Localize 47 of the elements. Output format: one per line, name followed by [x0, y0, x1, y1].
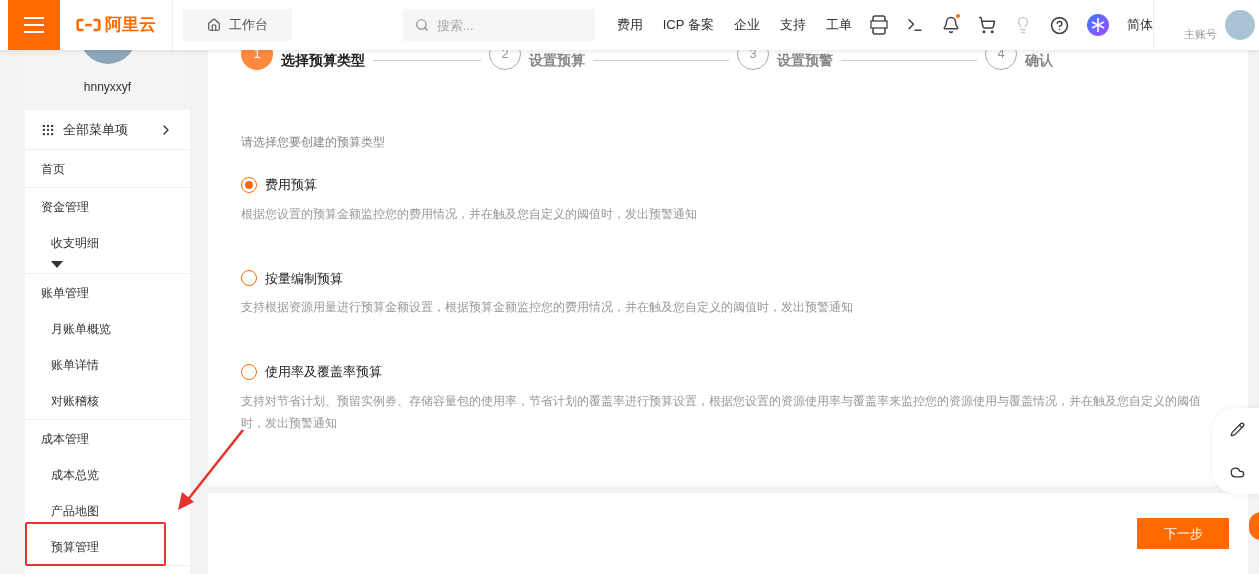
search-icon	[414, 18, 429, 32]
help-icon[interactable]	[1049, 15, 1069, 35]
menu-group-title[interactable]: 成本管理	[41, 429, 89, 448]
menu-item[interactable]: 对账稽核	[51, 392, 99, 410]
username: hnnyxxyf	[83, 79, 132, 96]
radio-option[interactable]: 按量编制预算	[241, 268, 1248, 288]
radio-option[interactable]: 使用率及覆盖率预算	[241, 362, 1248, 382]
option-description: 根据您设置的预算金额监控您的费用情况，并在触及您自定义的阈值时，发出预警通知	[241, 205, 698, 223]
menu-item[interactable]: 月账单概览	[51, 320, 111, 338]
nav-link[interactable]: 企业	[733, 15, 760, 35]
menu-item[interactable]: 产品地图	[51, 502, 99, 520]
terminal-icon[interactable]	[905, 16, 924, 34]
workbench-button[interactable]: 工作台	[182, 9, 292, 41]
nav-link[interactable]: 工单	[825, 15, 852, 35]
nav-link[interactable]: ICP 备案	[662, 15, 714, 35]
nav-link[interactable]: 费用	[616, 15, 643, 35]
step-label: 设置预算	[529, 50, 585, 70]
step-label: 设置预警	[777, 50, 833, 70]
menu-group-title[interactable]: 首页	[41, 159, 65, 178]
bell-icon[interactable]	[941, 16, 960, 34]
grid-icon	[41, 122, 55, 137]
account-type: 主账号	[1184, 26, 1217, 42]
menu-item[interactable]: 成本总览	[51, 466, 99, 484]
menu-icon	[22, 16, 45, 34]
home-icon	[206, 18, 221, 32]
radio-option[interactable]: 费用预算	[241, 175, 1248, 195]
option-description: 支持对节省计划、预留实例券、存储容量包的使用率，节省计划的覆盖率进行预算设置，根据您设置的资源使用率与覆盖率来监控您的资源使用与覆盖情况，并在触及您自定义的阈值时，发出预警通知	[241, 392, 1202, 432]
language-link[interactable]: 简体	[1126, 15, 1153, 35]
menu-item[interactable]: 账单详情	[51, 356, 99, 374]
assistant-icon[interactable]	[1086, 14, 1109, 36]
caret-down-icon[interactable]	[51, 261, 63, 268]
logo-icon	[75, 17, 101, 33]
cart-icon[interactable]	[977, 16, 996, 34]
step-label: 确认	[1025, 50, 1053, 70]
menu-group-title[interactable]: 资金管理	[41, 197, 89, 216]
menu-item[interactable]: 收支明细	[51, 234, 99, 252]
pencil-icon[interactable]	[1229, 422, 1245, 437]
cloud-icon[interactable]	[1229, 465, 1245, 480]
nav-link[interactable]: 支持	[779, 15, 806, 35]
option-description: 支持根据资源用量进行预算金额设置，根据预算金额监控您的费用情况，并在触及您自定义的阈值时，发出预警通知	[241, 299, 854, 316]
menu-group-title[interactable]: 账单管理	[41, 283, 89, 302]
menu-button[interactable]	[7, 0, 60, 50]
brand-name: 阿里云	[104, 14, 156, 37]
step-label: 选择预算类型	[281, 50, 365, 70]
prompt-text: 请选择您要创建的预算类型	[241, 134, 386, 151]
menu-item[interactable]: 预算管理	[51, 538, 99, 556]
search-field[interactable]: 搜索...	[402, 9, 595, 41]
